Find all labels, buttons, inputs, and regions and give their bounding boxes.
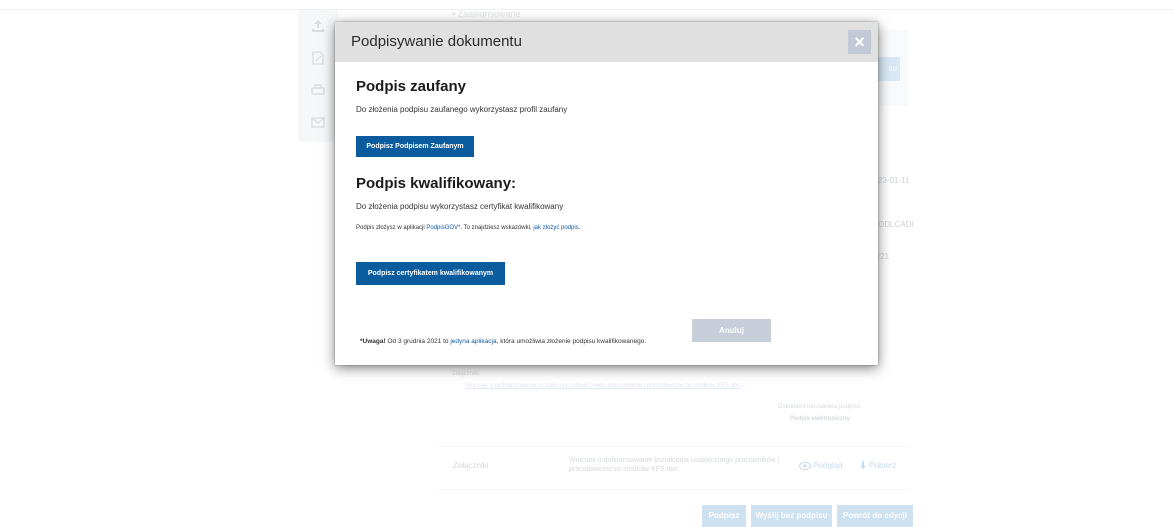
qualified-signature-description: Do złożenia podpisu wykorzystasz certyfi…	[356, 202, 564, 211]
hint-middle: *. To znajdziesz wskazówki,	[458, 225, 534, 231]
note-text-after: , która umożliwia złożenie podpisu kwali…	[496, 338, 647, 345]
page: • Zaawansowane su 23-01-11 ODLCADI /21 Z…	[0, 0, 1174, 527]
trusted-signature-description: Do złożenia podpisu zaufanego wykorzysta…	[356, 105, 568, 114]
hint-suffix: .	[578, 225, 581, 231]
warning-note: *Uwaga! Od 3 grudnia 2021 to jedyna apli…	[360, 338, 646, 345]
qualified-signature-title: Podpis kwalifikowany:	[356, 175, 517, 192]
sign-document-dialog: Podpisywanie dokumentu × Podpis zaufany …	[335, 22, 878, 365]
how-to-sign-link[interactable]: jak złożyć podpis	[533, 225, 578, 231]
sign-qualified-button[interactable]: Podpisz certyfikatem kwalifikowanym	[356, 262, 505, 285]
cancel-button[interactable]: Anuluj	[692, 319, 771, 342]
dialog-header: Podpisywanie dokumentu ×	[335, 22, 878, 62]
dialog-title: Podpisywanie dokumentu	[351, 33, 522, 50]
note-text-before: Od 3 grudnia 2021 to	[385, 338, 451, 345]
close-icon: ×	[854, 32, 865, 52]
trusted-signature-title: Podpis zaufany	[356, 78, 467, 95]
podpisgov-link[interactable]: PodpisGOV	[426, 225, 458, 231]
hint-prefix: Podpis złożysz w aplikacji	[356, 225, 427, 231]
close-button[interactable]: ×	[848, 30, 871, 54]
sign-trusted-button[interactable]: Podpisz Podpisem Zaufanym	[356, 136, 474, 157]
note-bold: *Uwaga!	[360, 338, 386, 345]
only-app-link[interactable]: jedyna aplikacja	[450, 338, 496, 345]
qualified-signature-hint: Podpis złożysz w aplikacji PodpisGOV*. T…	[356, 225, 580, 231]
